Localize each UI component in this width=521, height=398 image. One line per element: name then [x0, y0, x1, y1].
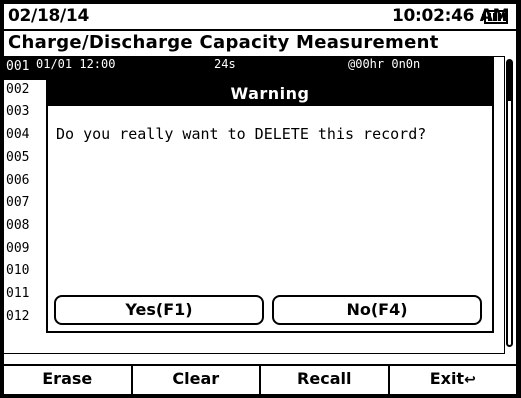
list-scrollbar[interactable]: [506, 59, 513, 347]
battery-full-icon: [482, 10, 508, 24]
status-date: 02/18/14: [8, 6, 89, 26]
yes-button[interactable]: Yes(F1): [54, 295, 264, 325]
record-number: 007: [6, 195, 30, 211]
status-divider: [4, 29, 516, 31]
erase-key[interactable]: Erase: [4, 366, 133, 394]
no-button[interactable]: No(F4): [272, 295, 482, 325]
exit-key[interactable]: Exit↩: [390, 366, 517, 394]
clear-label: Clear: [172, 369, 220, 388]
page-title: Charge/Discharge Capacity Measurement: [8, 32, 439, 53]
record-number: 011: [6, 286, 30, 301]
scrollbar-thumb[interactable]: [508, 61, 511, 101]
record-number: 004: [6, 127, 30, 143]
function-key-bar: Erase Clear Recall Exit↩: [4, 364, 516, 394]
recall-key[interactable]: Recall: [261, 366, 390, 394]
erase-label: Erase: [42, 369, 93, 388]
record-number: 010: [6, 263, 30, 279]
list-item[interactable]: 001 01/01 12:00 24s @00hr 0n0n: [4, 57, 494, 80]
record-number: 003: [6, 104, 30, 120]
record-number: 005: [6, 149, 30, 165]
record-value: @00hr 0n0n: [348, 57, 421, 71]
record-number: 006: [6, 172, 30, 188]
clear-key[interactable]: Clear: [133, 366, 261, 394]
return-arrow-icon: ↩: [464, 372, 476, 388]
dialog-message: Do you really want to DELETE this record…: [56, 125, 427, 143]
dialog-title: Warning: [48, 81, 492, 106]
record-number: 012: [6, 308, 30, 324]
record-date: 01/01 12:00: [36, 57, 116, 71]
recall-label: Recall: [297, 369, 352, 388]
record-number: 001: [6, 59, 30, 74]
record-number: 002: [6, 81, 30, 97]
warning-dialog: Warning Do you really want to DELETE thi…: [46, 79, 494, 333]
record-number: 008: [6, 217, 30, 233]
exit-label: Exit: [429, 369, 465, 388]
status-bar: 02/18/14 10:02:46 AM: [4, 4, 516, 31]
record-duration: 24s: [214, 57, 236, 71]
device-screen: 02/18/14 10:02:46 AM Charge/Discharge Ca…: [4, 4, 516, 394]
record-number: 009: [6, 240, 30, 256]
